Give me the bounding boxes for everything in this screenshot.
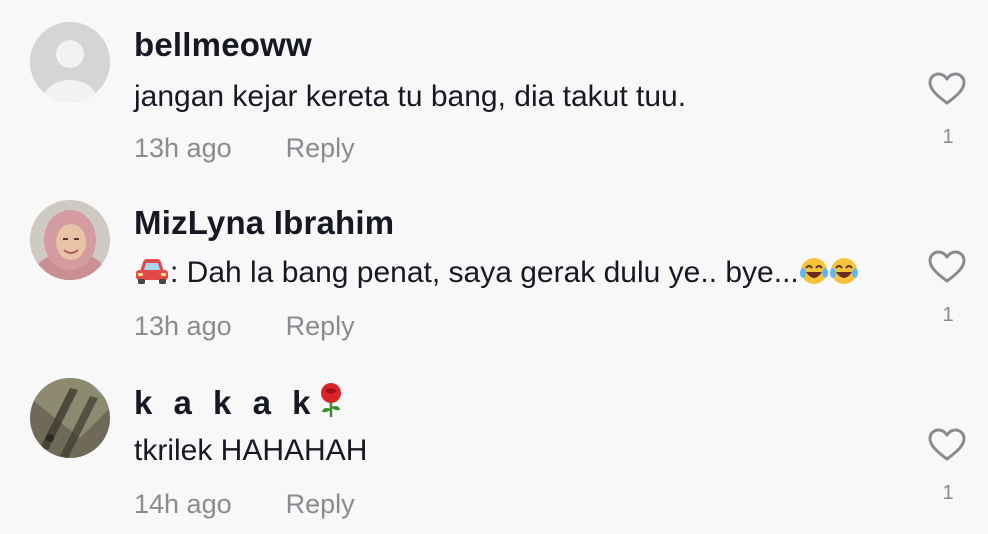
- avatar-default[interactable]: [30, 22, 110, 102]
- like-button[interactable]: [928, 250, 968, 289]
- like-count: 1: [942, 304, 954, 326]
- rose-emoji-icon: [321, 383, 342, 417]
- comment-username[interactable]: k a k a k: [134, 382, 344, 422]
- avatar-photo[interactable]: [30, 200, 110, 280]
- comment-text: jangan kejar kereta tu bang, dia takut t…: [134, 80, 687, 113]
- comment-item: MizLyna Ibrahim : Dah la bang penat, say…: [0, 178, 988, 356]
- default-avatar-icon: [30, 22, 110, 102]
- like-button[interactable]: [928, 72, 968, 111]
- avatar-photo[interactable]: [30, 378, 110, 458]
- comment-username[interactable]: MizLyna Ibrahim: [134, 204, 394, 242]
- username-text: k a k a k: [134, 384, 317, 421]
- heart-outline-icon: [928, 72, 966, 105]
- comment-item: bellmeoww jangan kejar kereta tu bang, d…: [0, 0, 988, 178]
- comment-text-body: : Dah la bang penat, saya gerak dulu ye.…: [170, 256, 799, 289]
- comment-timestamp: 13h ago: [134, 311, 232, 341]
- like-count: 1: [942, 126, 954, 148]
- comment-item: k a k a k tkrilek HAHAHAH 14h ago Reply 1: [0, 356, 988, 534]
- car-emoji-icon: [136, 259, 168, 284]
- like-button[interactable]: [928, 428, 968, 467]
- comment-timestamp: 13h ago: [134, 133, 232, 163]
- reply-button[interactable]: Reply: [286, 489, 355, 519]
- comment-username[interactable]: bellmeoww: [134, 26, 312, 64]
- comment-meta: 14h ago Reply: [134, 489, 355, 520]
- like-count: 1: [942, 482, 954, 504]
- comment-meta: 13h ago Reply: [134, 133, 355, 164]
- reply-button[interactable]: Reply: [286, 133, 355, 163]
- tears-of-joy-emoji-icon: [799, 258, 828, 284]
- reply-button[interactable]: Reply: [286, 311, 355, 341]
- comment-meta: 13h ago Reply: [134, 311, 355, 342]
- heart-outline-icon: [928, 250, 966, 283]
- comment-text: : Dah la bang penat, saya gerak dulu ye.…: [134, 256, 859, 290]
- heart-outline-icon: [928, 428, 966, 461]
- comment-list: bellmeoww jangan kejar kereta tu bang, d…: [0, 0, 988, 534]
- user-photo-icon: [30, 200, 110, 280]
- user-photo-icon: [30, 378, 110, 458]
- tears-of-joy-emoji-icon: [829, 258, 858, 284]
- comment-text: tkrilek HAHAHAH: [134, 434, 368, 467]
- comment-timestamp: 14h ago: [134, 489, 232, 519]
